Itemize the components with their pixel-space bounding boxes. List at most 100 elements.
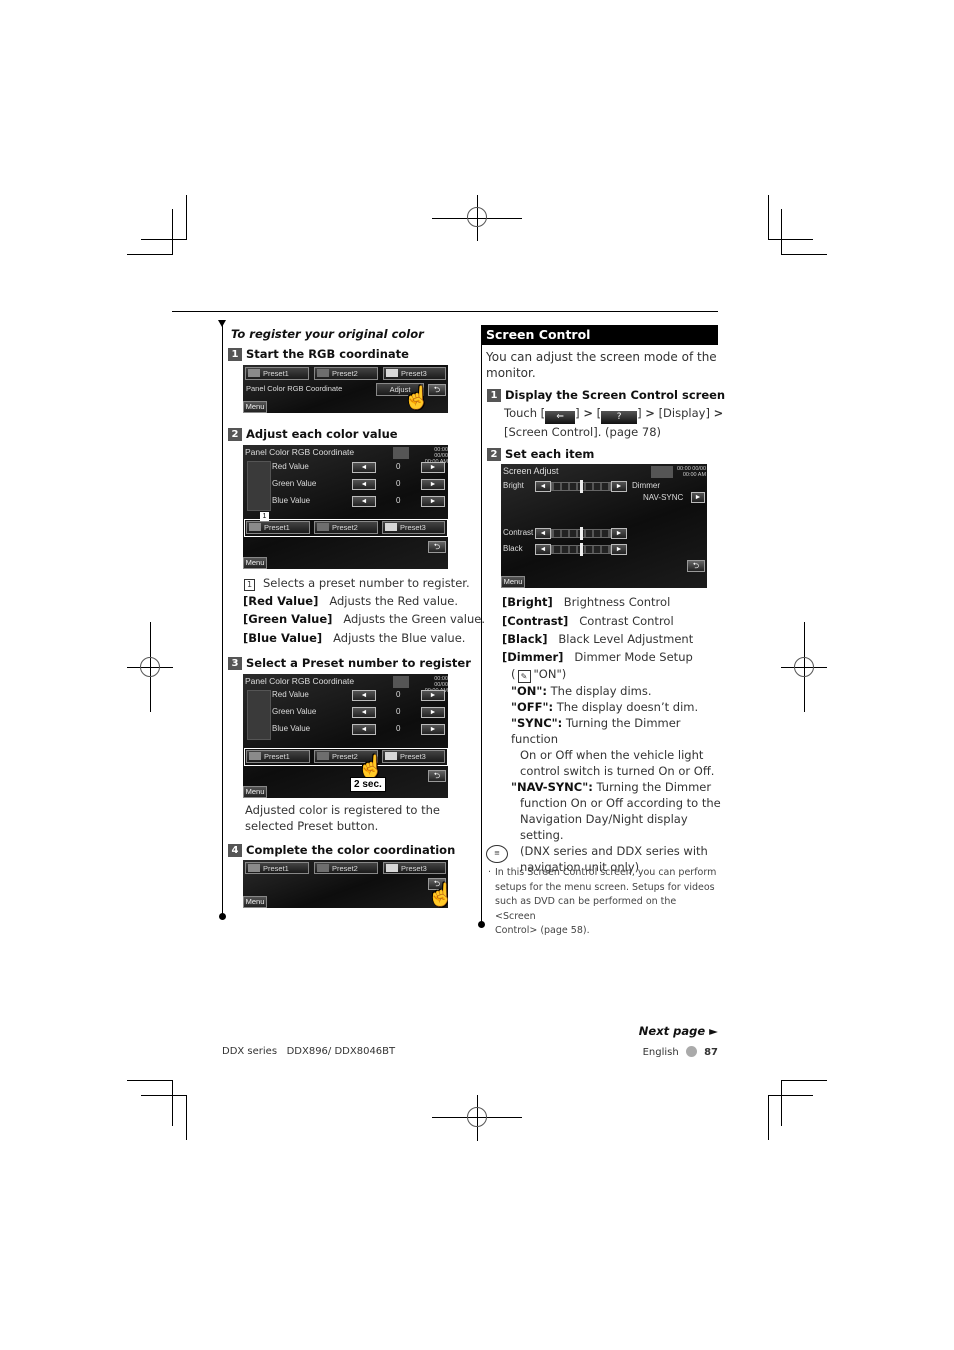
menu-icon[interactable] xyxy=(393,447,409,459)
step-number: 2 xyxy=(228,428,242,441)
contrast-increase-button[interactable]: ► xyxy=(611,528,627,539)
black-label: Black xyxy=(503,544,523,553)
option-sync: "SYNC": Turning the Dimmer function On o… xyxy=(511,716,715,778)
step-title: Display the Screen Control screen xyxy=(505,388,726,402)
back-key-icon: ⇐ xyxy=(545,411,576,424)
back-icon[interactable]: ⮌ xyxy=(428,770,446,782)
left-step-4: 4 Complete the color coordination xyxy=(228,843,455,857)
green-increase-button[interactable]: ► xyxy=(421,707,445,718)
header-rule xyxy=(172,311,718,312)
step-number: 4 xyxy=(228,844,242,857)
red-value: 0 xyxy=(396,462,401,471)
green-value-label: Green Value xyxy=(272,707,317,716)
step-title: Select a Preset number to register xyxy=(246,656,471,670)
default-setting-icon: ✎ xyxy=(517,670,531,683)
menu-button[interactable]: Menu xyxy=(243,786,267,798)
back-icon[interactable]: ⮌ xyxy=(428,541,446,553)
blue-value: 0 xyxy=(396,724,401,733)
color-preview xyxy=(247,690,271,740)
black-decrease-button[interactable]: ◄ xyxy=(535,544,551,555)
panel-title: Panel Color RGB Coordinate xyxy=(245,676,355,686)
preset1-button[interactable]: Preset1 xyxy=(245,367,309,380)
left-step-2: 2 Adjust each color value xyxy=(228,427,398,441)
screen-adjust-title: Screen Adjust xyxy=(503,466,559,476)
step-title: Start the RGB coordinate xyxy=(246,347,409,361)
pointer-hand-icon: ☝ xyxy=(403,385,431,410)
preset2-button[interactable]: Preset2 xyxy=(314,521,378,534)
green-value-label: Green Value xyxy=(272,479,317,488)
desc-blue: [Blue Value] Adjusts the Blue value. xyxy=(243,631,466,645)
option-on: "ON": The display dims. xyxy=(511,684,652,698)
blue-increase-button[interactable]: ► xyxy=(421,724,445,735)
red-value-label: Red Value xyxy=(272,690,309,699)
preset3-button[interactable]: Preset3 xyxy=(383,367,446,380)
intro-text: You can adjust the screen mode of the mo… xyxy=(486,350,717,380)
preset3-button[interactable]: Preset3 xyxy=(383,862,446,874)
blue-decrease-button[interactable]: ◄ xyxy=(352,496,376,507)
item-bright: [Bright] Brightness Control xyxy=(502,595,671,609)
green-increase-button[interactable]: ► xyxy=(421,479,445,490)
preset1-button[interactable]: Preset1 xyxy=(246,750,310,763)
desc-red: [Red Value] Adjusts the Red value. xyxy=(243,594,459,608)
black-slider[interactable] xyxy=(551,543,611,556)
desc-preset: 1 Selects a preset number to register. xyxy=(244,576,470,591)
preset2-button[interactable]: Preset2 xyxy=(314,862,378,874)
bright-increase-button[interactable]: ► xyxy=(611,481,627,492)
blue-increase-button[interactable]: ► xyxy=(421,496,445,507)
red-value: 0 xyxy=(396,690,401,699)
callout-key: 1 xyxy=(244,579,255,591)
step-number: 1 xyxy=(487,389,501,402)
dimmer-label: Dimmer xyxy=(632,481,660,490)
red-decrease-button[interactable]: ◄ xyxy=(352,690,376,701)
contrast-label: Contrast xyxy=(503,528,534,537)
menu-icon[interactable] xyxy=(651,466,673,478)
page-number: 87 xyxy=(704,1047,718,1058)
color-preview xyxy=(247,461,271,511)
back-icon[interactable]: ⮌ xyxy=(428,384,446,396)
preset2-button[interactable]: Preset2 xyxy=(314,367,378,380)
preset1-button[interactable]: Preset1 xyxy=(245,862,309,874)
preset3-button[interactable]: Preset3 xyxy=(382,521,445,534)
dimmer-next-button[interactable]: ► xyxy=(691,492,705,503)
contrast-slider[interactable] xyxy=(551,527,611,540)
menu-button[interactable]: Menu xyxy=(243,401,267,413)
contrast-slider-knob[interactable] xyxy=(580,527,583,540)
step-title: Set each item xyxy=(505,447,595,461)
bright-decrease-button[interactable]: ◄ xyxy=(535,481,551,492)
menu-button[interactable]: Menu xyxy=(243,557,267,569)
desc-green: [Green Value] Adjusts the Green value. xyxy=(243,612,486,626)
option-off: "OFF": The display doesn’t dim. xyxy=(511,700,699,714)
green-value: 0 xyxy=(396,479,401,488)
red-value-label: Red Value xyxy=(272,462,309,471)
bright-slider-knob[interactable] xyxy=(580,480,583,493)
red-increase-button[interactable]: ► xyxy=(421,462,445,473)
blue-decrease-button[interactable]: ◄ xyxy=(352,724,376,735)
item-black: [Black] Black Level Adjustment xyxy=(502,632,694,646)
green-decrease-button[interactable]: ◄ xyxy=(352,479,376,490)
red-increase-button[interactable]: ► xyxy=(421,690,445,701)
back-icon[interactable]: ⮌ xyxy=(687,560,705,572)
contrast-decrease-button[interactable]: ◄ xyxy=(535,528,551,539)
red-decrease-button[interactable]: ◄ xyxy=(352,462,376,473)
callout-1: 1 xyxy=(260,512,269,521)
preset3-button[interactable]: Preset3 xyxy=(382,750,445,763)
menu-button[interactable]: Menu xyxy=(243,896,267,908)
black-increase-button[interactable]: ► xyxy=(611,544,627,555)
rgb-register-screenshot: Panel Color RGB Coordinate 00:00 00/0000… xyxy=(243,674,448,798)
screen-control-heading: Screen Control xyxy=(481,325,718,345)
menu-button[interactable]: Menu xyxy=(501,576,525,588)
blue-value-label: Blue Value xyxy=(272,496,311,505)
panel-title: Panel Color RGB Coordinate xyxy=(245,447,355,457)
preset1-button[interactable]: Preset1 xyxy=(246,521,310,534)
bright-slider[interactable] xyxy=(551,480,611,493)
green-decrease-button[interactable]: ◄ xyxy=(352,707,376,718)
black-slider-knob[interactable] xyxy=(580,543,583,556)
pointer-hand-icon: ☝ xyxy=(427,882,448,907)
language: English xyxy=(642,1047,679,1058)
blue-value-label: Blue Value xyxy=(272,724,311,733)
next-page-link[interactable]: Next page ► xyxy=(639,1024,718,1038)
rgb-start-screenshot: Preset1 Preset2 Preset3 Panel Color RGB … xyxy=(243,365,448,413)
menu-icon[interactable] xyxy=(393,676,409,688)
step-number: 1 xyxy=(228,348,242,361)
rgb-adjust-screenshot: Panel Color RGB Coordinate 00:00 00/0000… xyxy=(243,445,448,569)
